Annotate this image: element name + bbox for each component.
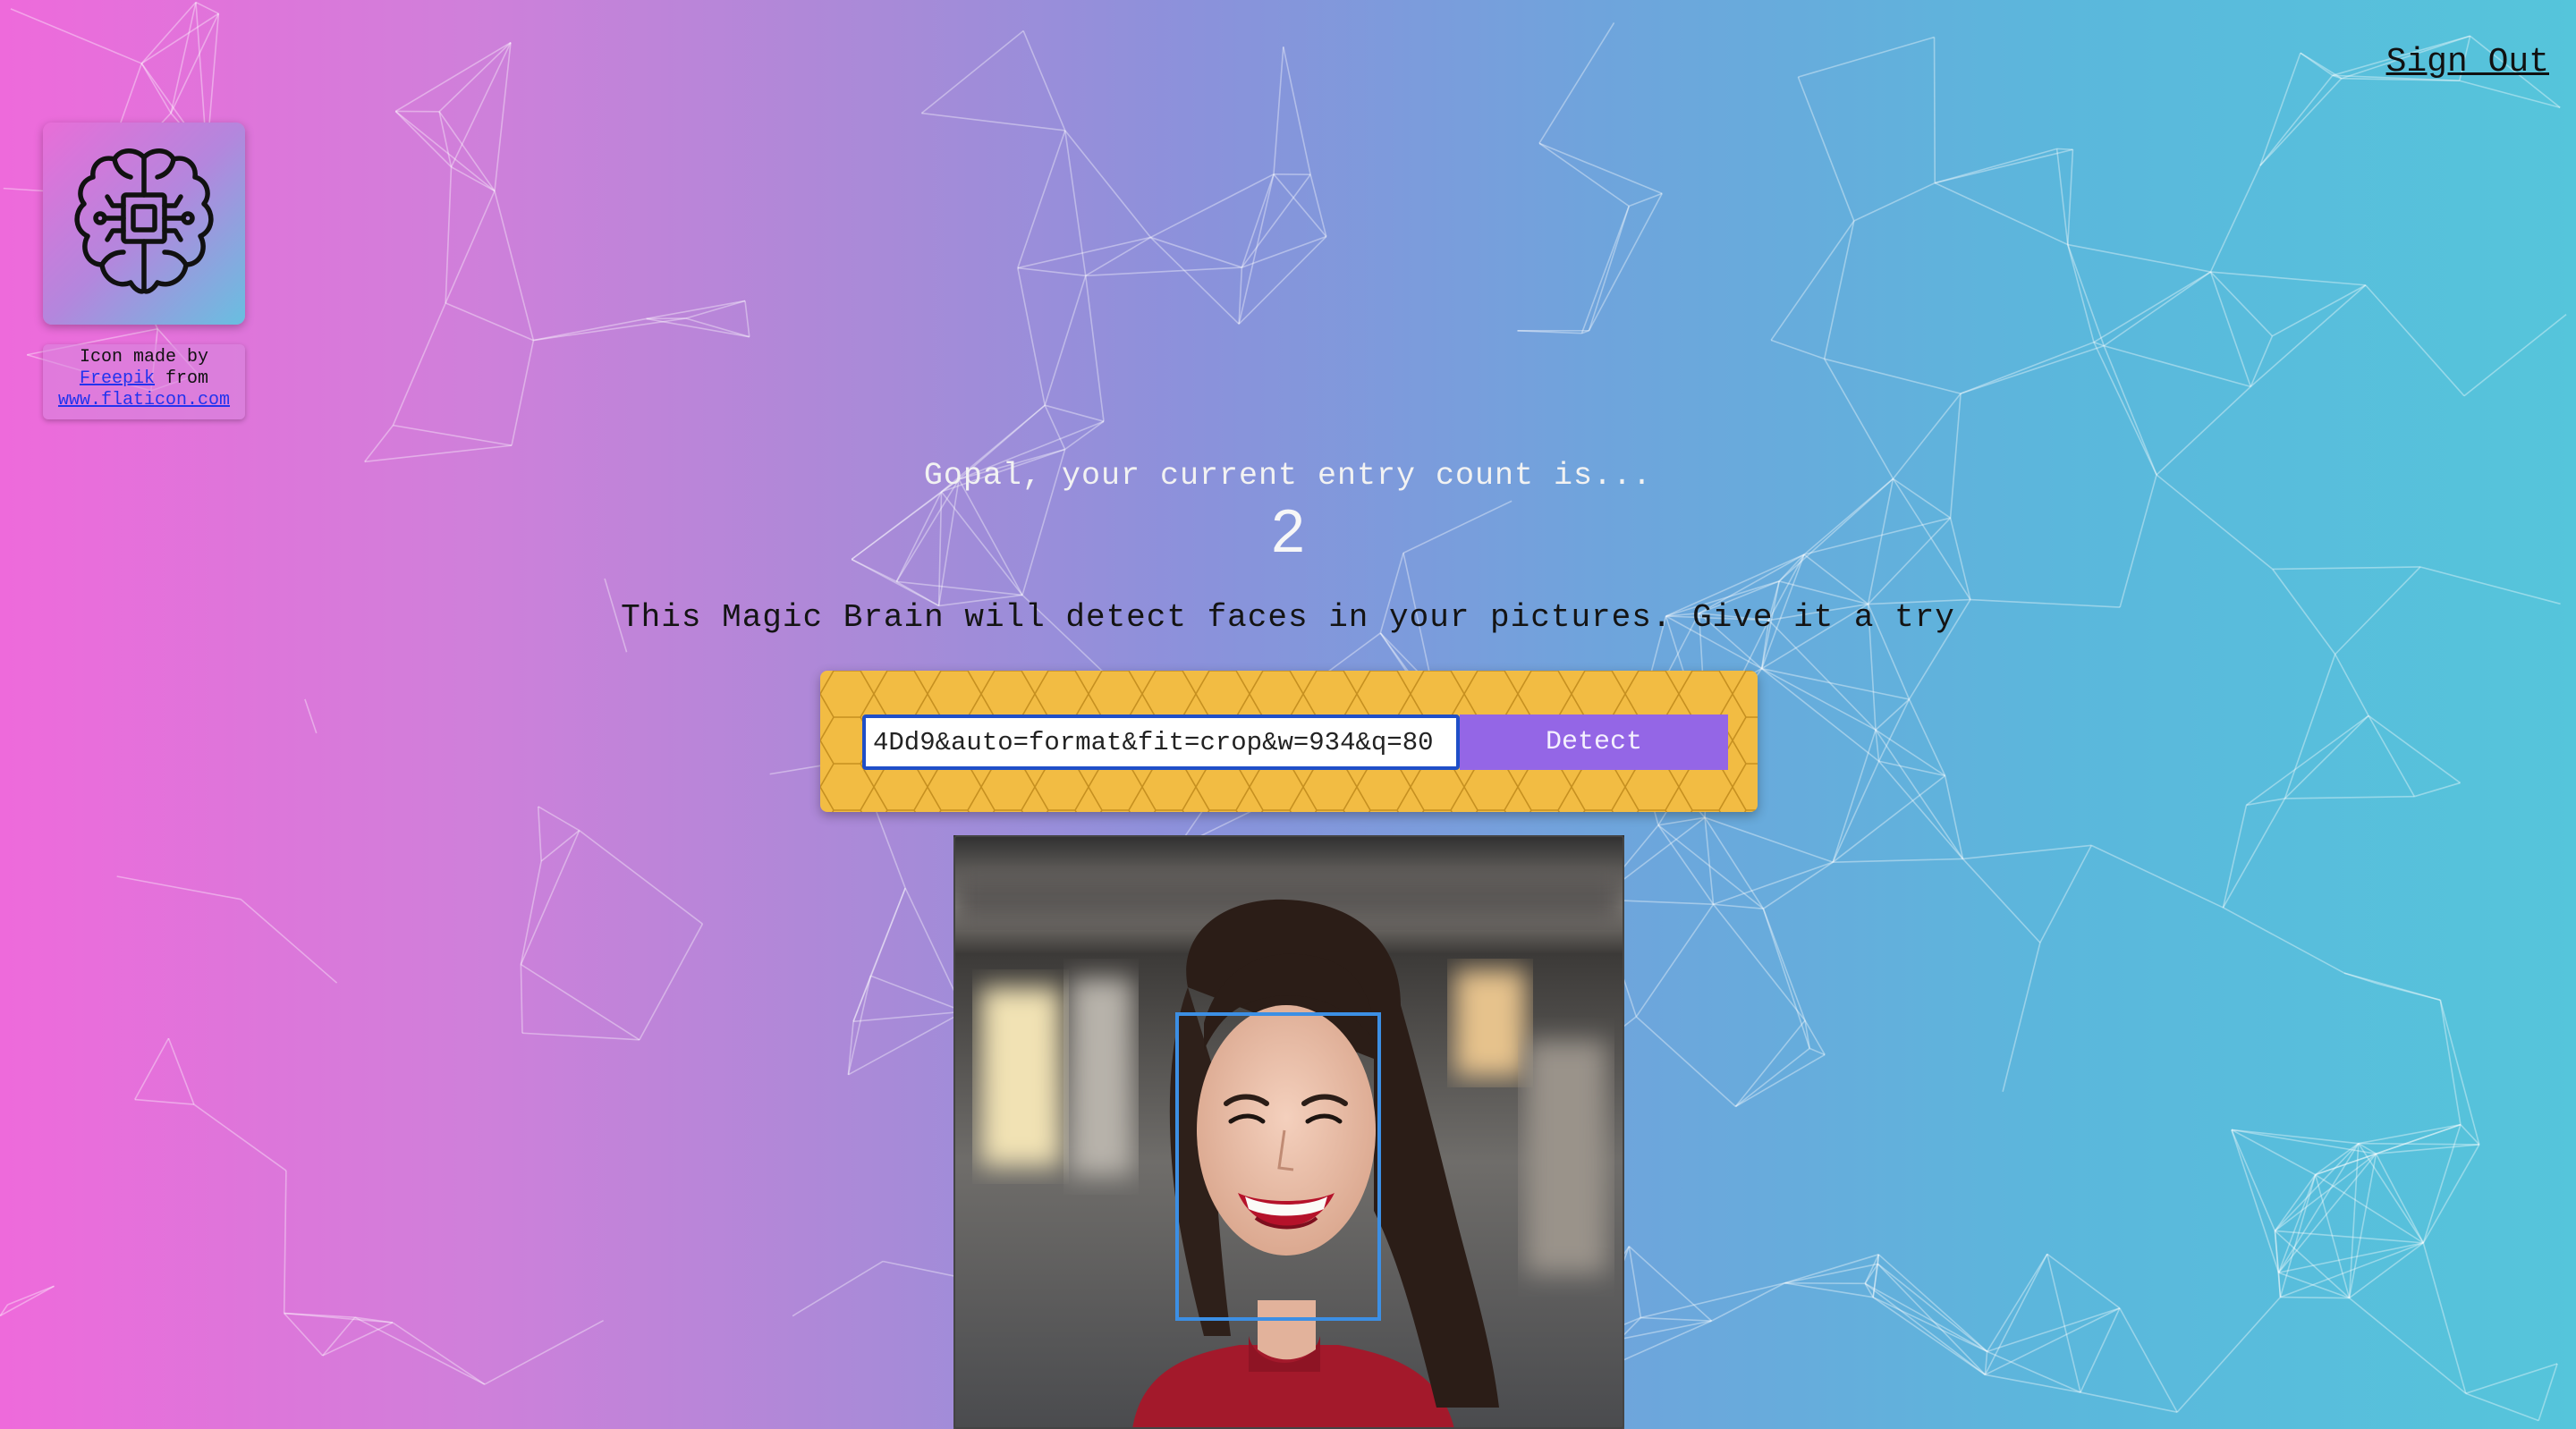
flaticon-link[interactable]: www.flaticon.com	[58, 390, 230, 410]
credit-prefix: Icon made by	[79, 347, 209, 368]
tagline: This Magic Brain will detect faces in yo…	[621, 599, 1955, 636]
logo-card	[43, 123, 245, 325]
face-detection-result	[953, 835, 1624, 1429]
brain-circuit-icon	[74, 148, 214, 294]
detect-button[interactable]: Detect	[1460, 714, 1728, 770]
sign-out-link[interactable]: Sign Out	[2381, 39, 2555, 85]
face-bounding-box	[1175, 1012, 1381, 1321]
credit-from: from	[165, 368, 209, 389]
icon-credit: Icon made by Freepik from www.flaticon.c…	[43, 344, 245, 419]
entry-count-greeting: Gopal, your current entry count is...	[923, 458, 1653, 494]
image-link-form: Detect	[820, 671, 1758, 812]
credit-author-line: Freepik from	[43, 368, 245, 390]
image-url-input[interactable]	[862, 714, 1460, 770]
freepik-link[interactable]: Freepik	[80, 368, 155, 389]
entry-count-value: 2	[1271, 497, 1305, 565]
